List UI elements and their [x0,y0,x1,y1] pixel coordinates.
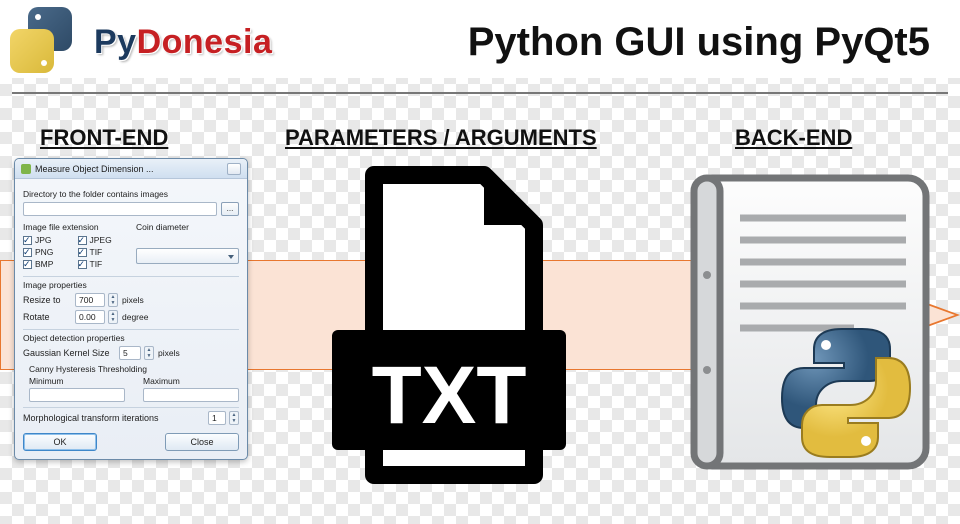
txt-label: TXT [372,350,527,441]
gk-input[interactable]: 5 [119,346,141,360]
gk-label: Gaussian Kernel Size [23,348,115,358]
checkbox-jpeg[interactable]: JPEG [78,235,127,245]
rotate-input[interactable]: 0.00 [75,310,105,324]
script-document-icon [684,170,936,475]
canny-label: Canny Hysteresis Thresholding [29,364,239,374]
section-frontend: FRONT-END [40,125,168,151]
page-title: Python GUI using PyQt5 [468,20,930,65]
gk-stepper[interactable]: ▲▼ [144,346,154,360]
dialog-titlebar[interactable]: Measure Object Dimension ... [15,159,247,179]
python-logo-icon [6,7,76,77]
coin-label: Coin diameter [136,222,189,232]
dialog-title: Measure Object Dimension ... [35,164,154,174]
checkbox-bmp[interactable]: BMP [23,259,72,269]
min-input[interactable] [29,388,125,402]
checkbox-png[interactable]: PNG [23,247,72,257]
max-input[interactable] [143,388,239,402]
app-icon [21,164,31,174]
txt-file-icon: TXT [314,165,584,485]
gk-unit: pixels [158,348,180,358]
brand-rest: Donesia [137,23,273,61]
brand-py: Py [94,23,137,61]
image-props-label: Image properties [23,280,87,290]
browse-button[interactable]: ... [221,202,239,216]
min-label: Minimum [29,376,63,386]
section-backend: BACK-END [735,125,852,151]
morph-input[interactable]: 1 [208,411,226,425]
rotate-stepper[interactable]: ▲▼ [108,310,118,324]
python-icon [776,323,916,463]
morph-stepper[interactable]: ▲▼ [229,411,239,425]
coin-combobox[interactable] [136,248,239,264]
divider [12,92,948,94]
resize-label: Resize to [23,295,71,305]
brand-text: PyDonesia [94,23,272,62]
rotate-unit: degree [122,312,148,322]
checkbox-jpg[interactable]: JPG [23,235,72,245]
close-button[interactable]: Close [165,433,239,451]
checkbox-tif[interactable]: TIF [78,247,127,257]
checkbox-tif2[interactable]: TIF [78,259,127,269]
dialog-window: Measure Object Dimension ... Directory t… [14,158,248,460]
resize-unit: pixels [122,295,144,305]
morph-label: Morphological transform iterations [23,413,204,423]
header: PyDonesia Python GUI using PyQt5 [0,0,960,78]
resize-stepper[interactable]: ▲▼ [108,293,118,307]
max-label: Maximum [143,376,180,386]
rotate-label: Rotate [23,312,71,322]
directory-input[interactable] [23,202,217,216]
resize-input[interactable]: 700 [75,293,105,307]
extension-label: Image file extension [23,222,99,232]
object-props-label: Object detection properties [23,333,125,343]
directory-label: Directory to the folder contains images [23,189,239,199]
ok-button[interactable]: OK [23,433,97,451]
section-parameters: PARAMETERS / ARGUMENTS [285,125,597,151]
minimize-button[interactable] [227,163,241,175]
